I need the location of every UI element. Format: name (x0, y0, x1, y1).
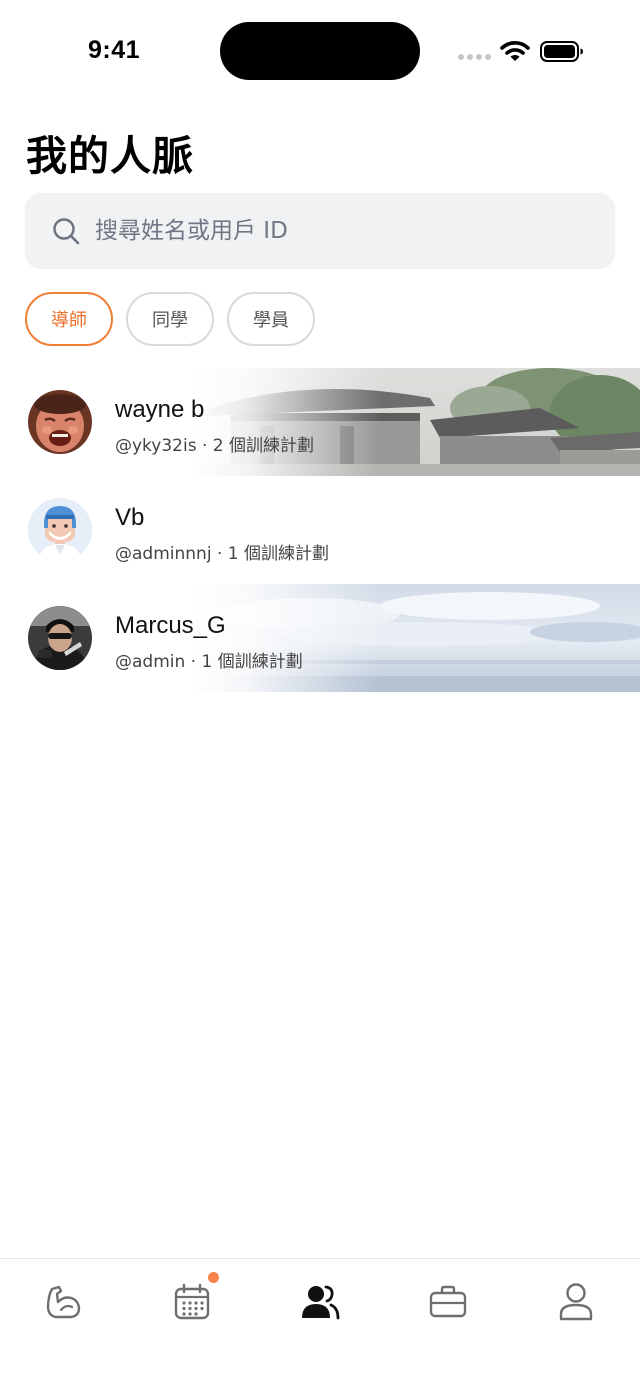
contact-name: Vb (115, 504, 145, 531)
calendar-notification-badge (208, 1272, 219, 1283)
cellular-signal-icon (458, 54, 492, 62)
tab-business[interactable] (422, 1277, 474, 1327)
filter-chip-mentor[interactable]: 導師 (25, 292, 113, 346)
search-bar[interactable] (25, 193, 615, 269)
battery-icon (540, 41, 584, 62)
filter-chip-classmate[interactable]: 同學 (126, 292, 214, 346)
wifi-icon (500, 40, 530, 64)
tab-workout[interactable] (38, 1277, 90, 1327)
filter-chips: 導師 同學 學員 (25, 292, 315, 346)
contact-name: wayne b (115, 396, 205, 423)
bottom-tab-bar (0, 1258, 640, 1391)
filter-chip-student[interactable]: 學員 (227, 292, 315, 346)
status-bar: 9:41 (0, 0, 640, 100)
tab-calendar[interactable] (166, 1277, 218, 1327)
tab-profile[interactable] (550, 1277, 602, 1327)
dynamic-island (220, 22, 420, 80)
contact-background-fade (190, 368, 380, 476)
search-icon (52, 217, 80, 245)
contact-row[interactable]: Vb @adminnnj · 1 個訓練計劃 (0, 476, 640, 584)
tab-network[interactable] (294, 1277, 346, 1327)
muscle-arm-icon (46, 1285, 81, 1319)
calendar-icon (174, 1283, 210, 1320)
profile-icon (559, 1283, 593, 1321)
avatar[interactable] (28, 390, 92, 454)
contact-meta: @yky32is · 2 個訓練計劃 (115, 436, 315, 456)
contact-name: Marcus_G (115, 612, 226, 639)
contact-row[interactable]: Marcus_G @admin · 1 個訓練計劃 (0, 584, 640, 692)
contact-meta: @admin · 1 個訓練計劃 (115, 652, 303, 672)
avatar[interactable] (28, 498, 92, 562)
contact-meta: @adminnnj · 1 個訓練計劃 (115, 544, 329, 564)
contact-list: wayne b @yky32is · 2 個訓練計劃 Vb @adminnnj … (0, 368, 640, 692)
page-title: 我的人脈 (26, 132, 194, 180)
people-icon (302, 1285, 340, 1320)
contact-row[interactable]: wayne b @yky32is · 2 個訓練計劃 (0, 368, 640, 476)
status-time: 9:41 (88, 36, 141, 64)
search-input[interactable] (95, 193, 595, 269)
briefcase-icon (429, 1285, 467, 1318)
avatar[interactable] (28, 606, 92, 670)
